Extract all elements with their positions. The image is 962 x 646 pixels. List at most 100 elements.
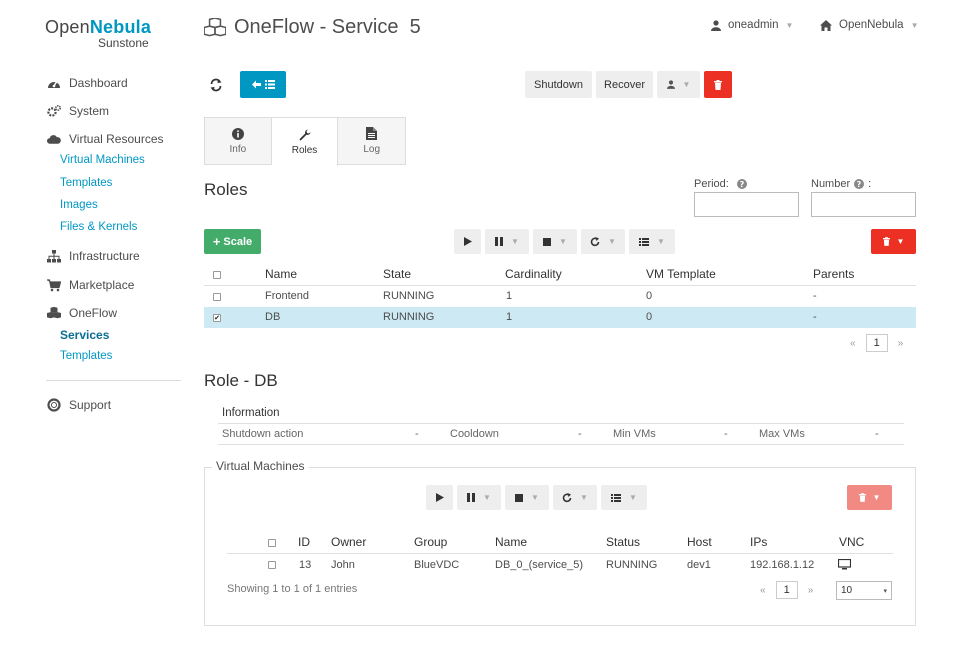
- number-label: Number: [811, 178, 851, 190]
- sidebar-item-infrastructure[interactable]: Infrastructure: [47, 249, 140, 263]
- next-page-button[interactable]: »: [808, 585, 814, 596]
- vms-col-vnc[interactable]: VNC: [839, 535, 864, 549]
- vm-more-dropdown[interactable]: ▼: [601, 485, 647, 510]
- page-1-button[interactable]: 1: [865, 334, 888, 352]
- min-vms-label: Min VMs: [613, 428, 656, 440]
- tab-info[interactable]: Info: [205, 118, 272, 164]
- sidebar-item-system[interactable]: System: [47, 104, 109, 118]
- prev-page-button[interactable]: «: [760, 585, 766, 596]
- user-icon: [711, 19, 721, 31]
- sidebar-label-support: Support: [69, 398, 112, 412]
- vnc-desktop-icon[interactable]: [838, 559, 851, 570]
- max-vms-label: Max VMs: [759, 428, 805, 440]
- wrench-icon: [299, 129, 311, 141]
- vms-select-all-checkbox[interactable]: [268, 539, 276, 547]
- period-label-group: Period: ?: [694, 178, 747, 190]
- row-checkbox[interactable]: [213, 293, 221, 301]
- role-more-dropdown[interactable]: ▼: [629, 229, 675, 254]
- vms-col-ips[interactable]: IPs: [750, 535, 767, 549]
- table-row-selected[interactable]: ✔ DB RUNNING 1 0 -: [204, 307, 916, 328]
- vms-col-id[interactable]: ID: [298, 535, 310, 549]
- vm-play-button[interactable]: [426, 485, 453, 510]
- roles-col-vm-template[interactable]: VM Template: [646, 267, 716, 281]
- vm-stop-dropdown[interactable]: ▼: [505, 485, 549, 510]
- delete-service-button[interactable]: [704, 71, 732, 98]
- page-1-button[interactable]: 1: [775, 581, 798, 599]
- service-tabs: Info Roles Log: [204, 117, 406, 166]
- number-input[interactable]: [811, 192, 916, 217]
- role-stop-dropdown[interactable]: ▼: [533, 229, 577, 254]
- tab-roles[interactable]: Roles: [271, 118, 339, 166]
- sidebar-item-oneflow-templates[interactable]: Templates: [60, 350, 112, 362]
- zone-name: OpenNebula: [839, 19, 904, 31]
- roles-col-cardinality[interactable]: Cardinality: [505, 267, 562, 281]
- sidebar-item-virtual-machines[interactable]: Virtual Machines: [60, 154, 145, 166]
- role-name: Frontend: [265, 290, 310, 302]
- sidebar-item-virtual-resources[interactable]: Virtual Resources: [47, 132, 164, 146]
- question-icon[interactable]: ?: [736, 179, 747, 189]
- list-icon: [264, 80, 275, 89]
- vms-col-host[interactable]: Host: [687, 535, 712, 549]
- roles-col-state[interactable]: State: [383, 267, 411, 281]
- sidebar-item-files-kernels[interactable]: Files & Kernels: [60, 221, 137, 233]
- back-to-list-button[interactable]: [240, 71, 286, 98]
- pause-icon: [495, 237, 504, 246]
- period-input[interactable]: [694, 192, 799, 217]
- sidebar-item-templates[interactable]: Templates: [60, 177, 112, 189]
- cooldown-value: -: [578, 428, 582, 440]
- list-icon: [639, 237, 650, 246]
- role-delete-dropdown[interactable]: ▼: [871, 229, 916, 254]
- sidebar-item-images[interactable]: Images: [60, 199, 98, 211]
- chevron-down-icon: ▼: [896, 237, 905, 246]
- next-page-button[interactable]: »: [898, 338, 904, 349]
- vm-pause-dropdown[interactable]: ▼: [457, 485, 501, 510]
- roles-col-parents[interactable]: Parents: [813, 267, 854, 281]
- table-row[interactable]: Frontend RUNNING 1 0 -: [204, 286, 916, 307]
- min-vms-value: -: [724, 428, 728, 440]
- roles-col-name[interactable]: Name: [265, 267, 297, 281]
- role-vm-template: 0: [646, 290, 653, 302]
- sidebar-item-services[interactable]: Services: [60, 328, 109, 342]
- vms-col-name[interactable]: Name: [495, 535, 527, 549]
- refresh-button[interactable]: [204, 72, 228, 98]
- sidebar-item-dashboard[interactable]: Dashboard: [47, 76, 128, 90]
- tab-log-label: Log: [363, 144, 381, 155]
- roles-select-all-checkbox[interactable]: [213, 271, 221, 279]
- row-checkbox-checked[interactable]: ✔: [213, 314, 221, 322]
- user-menu[interactable]: oneadmin ▼: [711, 19, 793, 31]
- sidebar-divider: [46, 380, 181, 381]
- vm-reboot-dropdown[interactable]: ▼: [553, 485, 597, 510]
- vms-col-status[interactable]: Status: [606, 535, 640, 549]
- sidebar-item-marketplace[interactable]: Marketplace: [47, 278, 134, 292]
- role-cardinality: 1: [506, 311, 513, 323]
- repeat-icon: [562, 492, 572, 503]
- info-icon: [231, 127, 244, 140]
- tab-log[interactable]: Log: [338, 118, 405, 164]
- page-size-select[interactable]: 10 ▾: [836, 581, 892, 600]
- question-icon[interactable]: ?: [854, 179, 865, 189]
- role-reboot-dropdown[interactable]: ▼: [581, 229, 625, 254]
- vms-col-owner[interactable]: Owner: [331, 535, 366, 549]
- row-checkbox[interactable]: [268, 561, 276, 569]
- vms-col-group[interactable]: Group: [414, 535, 447, 549]
- recover-button[interactable]: Recover: [596, 71, 653, 98]
- sidebar-item-support[interactable]: Support: [47, 398, 111, 412]
- table-row[interactable]: 13 John BlueVDC DB_0_(service_5) RUNNING…: [227, 554, 893, 576]
- trash-icon: [714, 79, 722, 90]
- page-title: OneFlow - Service 5: [204, 16, 421, 39]
- shutdown-button[interactable]: Shutdown: [525, 71, 592, 98]
- role-play-button[interactable]: [454, 229, 481, 254]
- scale-button[interactable]: + Scale: [204, 229, 261, 254]
- ownership-dropdown-button[interactable]: ▼: [657, 71, 700, 98]
- role-parents: -: [813, 290, 817, 302]
- dashboard-icon: [47, 76, 61, 90]
- prev-page-button[interactable]: «: [850, 338, 856, 349]
- role-cardinality: 1: [506, 290, 513, 302]
- zone-menu[interactable]: OpenNebula ▼: [820, 19, 919, 31]
- number-label-group: Number ? :: [811, 178, 871, 190]
- sidebar-item-oneflow[interactable]: OneFlow: [47, 306, 117, 320]
- shopping-cart-icon: [47, 278, 61, 292]
- opennebula-logo[interactable]: OpenNebula Sunstone: [45, 18, 185, 49]
- vm-delete-dropdown[interactable]: ▼: [847, 485, 892, 510]
- role-pause-dropdown[interactable]: ▼: [485, 229, 529, 254]
